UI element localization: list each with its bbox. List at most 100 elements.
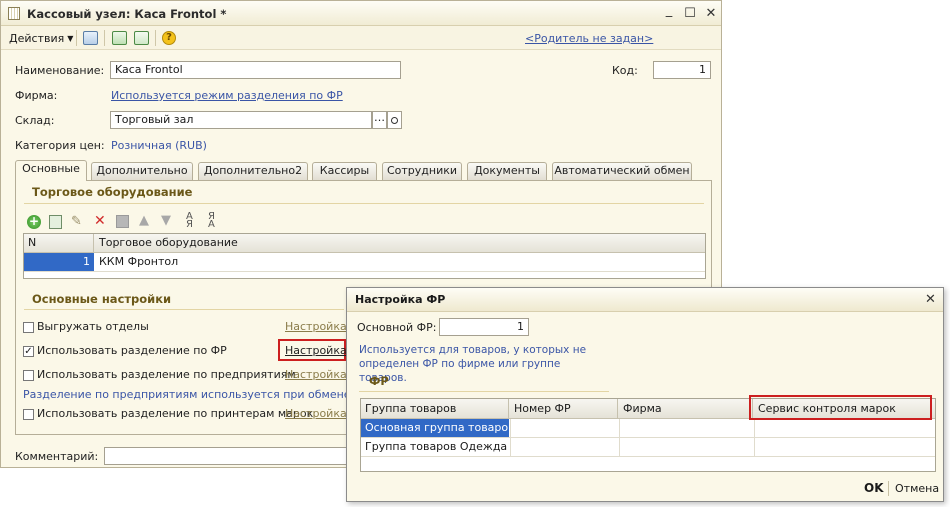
- delete-icon[interactable]: ✕: [94, 213, 106, 229]
- tab-documents[interactable]: Документы: [467, 162, 547, 180]
- fr-split-label: Использовать разделение по ФР: [37, 344, 227, 357]
- equipment-section-title: Торговое оборудование: [32, 185, 193, 199]
- table-row[interactable]: 1 ККМ Фронтол: [24, 253, 705, 272]
- window-title: Кассовый узел: Каса Frontol *: [27, 7, 227, 21]
- export-departments-link[interactable]: Настройка: [285, 320, 347, 333]
- tab-auto-exchange[interactable]: Автоматический обмен: [552, 162, 692, 180]
- help-icon: ?: [162, 31, 176, 45]
- save-row-icon[interactable]: [116, 215, 129, 228]
- group-cell[interactable]: Группа товаров Одежда: [361, 438, 509, 456]
- sort-desc-icon[interactable]: ЯA: [208, 212, 215, 230]
- dropdown-arrow-icon: ▼: [67, 33, 74, 43]
- code-input[interactable]: 1: [653, 61, 711, 79]
- toolbar-separator: [104, 30, 105, 46]
- firm-label: Фирма:: [15, 89, 58, 102]
- refresh-button[interactable]: [110, 29, 128, 47]
- ok-button[interactable]: OK: [864, 481, 884, 495]
- actions-menu-button[interactable]: Действия ▼: [9, 29, 73, 47]
- main-fr-input[interactable]: 1: [439, 318, 529, 336]
- firm-cell[interactable]: [619, 438, 753, 456]
- firm-cell[interactable]: [619, 419, 753, 437]
- title-bar: Кассовый узел: Каса Frontol * _ ☐ ✕: [1, 1, 721, 26]
- export-departments-checkbox[interactable]: [23, 322, 34, 333]
- fr-section-title: ФР: [369, 374, 389, 388]
- dialog-title: Настройка ФР: [355, 293, 446, 306]
- tab-additional2[interactable]: Дополнительно2: [198, 162, 308, 180]
- maximize-button[interactable]: ☐: [682, 7, 698, 21]
- close-button[interactable]: ✕: [703, 7, 719, 21]
- column-header-fr-number[interactable]: Номер ФР: [510, 399, 618, 418]
- dialog-title-bar: Настройка ФР ✕: [347, 288, 943, 312]
- copy-button[interactable]: [132, 29, 150, 47]
- tab-additional[interactable]: Дополнительно: [91, 162, 193, 180]
- equipment-table: N Торговое оборудование 1 ККМ Фронтол: [23, 233, 706, 279]
- open-search-button[interactable]: [387, 111, 402, 129]
- copy-row-icon[interactable]: [49, 215, 62, 229]
- move-down-icon[interactable]: ▼: [161, 213, 171, 228]
- comment-input[interactable]: [104, 447, 349, 465]
- column-header-firm[interactable]: Фирма: [619, 399, 753, 418]
- actions-label: Действия: [9, 31, 65, 45]
- tab-cashiers[interactable]: Кассиры: [312, 162, 377, 180]
- fr-number-cell[interactable]: [510, 438, 618, 456]
- table-row[interactable]: Группа товаров Одежда: [361, 438, 935, 457]
- price-category-link[interactable]: Розничная (RUB): [111, 139, 207, 152]
- settings-section-title: Основные настройки: [32, 292, 172, 306]
- price-category-label: Категория цен:: [15, 139, 105, 152]
- toolbar-separator: [76, 30, 77, 46]
- mark-service-cell[interactable]: [754, 438, 934, 456]
- name-input[interactable]: Kaca Frontol: [110, 61, 401, 79]
- column-header-equipment[interactable]: Торговое оборудование: [95, 234, 695, 252]
- toolbar-separator: [155, 30, 156, 46]
- move-up-icon[interactable]: ▲: [139, 213, 149, 228]
- button-separator: [888, 481, 889, 496]
- code-label: Код:: [612, 64, 638, 77]
- copy-icon: [133, 31, 149, 45]
- minimize-button[interactable]: _: [661, 4, 677, 18]
- select-button[interactable]: …: [372, 111, 387, 129]
- column-header-group[interactable]: Группа товаров: [361, 399, 509, 418]
- tab-employees[interactable]: Сотрудники: [382, 162, 462, 180]
- fr-split-checkbox[interactable]: ✓: [23, 346, 34, 357]
- cancel-button[interactable]: Отмена: [895, 482, 939, 495]
- parent-link[interactable]: <Родитель не задан>: [525, 32, 653, 45]
- dialog-close-button[interactable]: ✕: [925, 292, 936, 307]
- firm-link[interactable]: Используется режим разделения по ФР: [111, 89, 343, 102]
- mark-service-cell[interactable]: [754, 419, 934, 437]
- tab-strip: Основные Дополнительно Дополнительно2 Ка…: [15, 160, 715, 181]
- row-equipment-cell[interactable]: ККМ Фронтол: [95, 253, 695, 271]
- edit-icon[interactable]: ✎: [71, 214, 82, 229]
- enterprise-split-checkbox[interactable]: [23, 370, 34, 381]
- comment-label: Комментарий:: [15, 450, 99, 463]
- document-icon: [8, 7, 20, 20]
- tab-main[interactable]: Основные: [15, 160, 87, 181]
- magnifier-icon: [391, 116, 398, 124]
- fr-number-cell[interactable]: [510, 419, 618, 437]
- table-header: N Торговое оборудование: [24, 234, 705, 253]
- sort-asc-icon[interactable]: AЯ: [186, 212, 193, 230]
- main-fr-label: Основной ФР:: [357, 321, 437, 334]
- fr-split-link[interactable]: Настройка: [285, 344, 347, 357]
- enterprise-split-label: Использовать разделение по предприятиям: [37, 368, 296, 381]
- save-close-button[interactable]: [81, 29, 99, 47]
- group-cell[interactable]: Основная группа товаров: [361, 419, 509, 437]
- enterprise-split-link[interactable]: Настройка: [285, 368, 347, 381]
- warehouse-label: Склад:: [15, 114, 55, 127]
- toolbar: Действия ▼ ? <Родитель не задан>: [1, 26, 721, 50]
- add-icon[interactable]: +: [27, 215, 41, 229]
- export-departments-label: Выгружать отделы: [37, 320, 149, 333]
- refresh-icon: [111, 31, 127, 45]
- highlight-box: [749, 395, 932, 420]
- column-header-n[interactable]: N: [24, 234, 94, 252]
- main-fr-hint: Используется для товаров, у которых не о…: [359, 344, 587, 384]
- fr-settings-dialog: Настройка ФР ✕ Основной ФР: 1 Использует…: [346, 287, 944, 502]
- name-label: Наименование:: [15, 64, 105, 77]
- row-n-cell[interactable]: 1: [24, 253, 94, 271]
- table-row[interactable]: Основная группа товаров: [361, 419, 935, 438]
- section-divider: [24, 203, 704, 204]
- help-button[interactable]: ?: [160, 29, 178, 47]
- printer-split-link[interactable]: Настройка: [285, 407, 347, 420]
- section-divider: [359, 391, 609, 392]
- warehouse-input[interactable]: Торговый зал: [110, 111, 372, 129]
- printer-split-checkbox[interactable]: [23, 409, 34, 420]
